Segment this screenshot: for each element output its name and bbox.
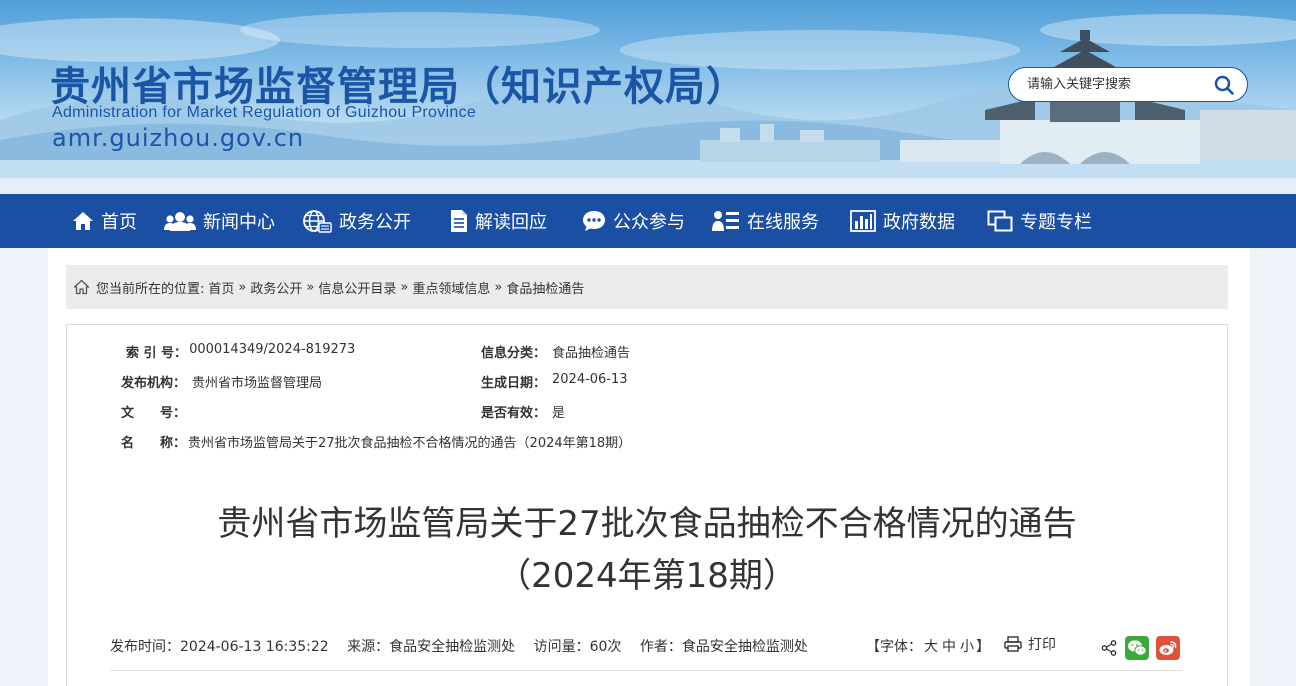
weibo-icon bbox=[1159, 641, 1177, 655]
meta-date-label: 生成日期： bbox=[481, 376, 547, 391]
breadcrumb-link-home[interactable]: 首页 bbox=[208, 278, 234, 297]
meta-category-value: 食品抽检通告 bbox=[552, 346, 631, 361]
main-navigation: 首页 新闻中心 政务公开 解读回应 公众参与 在线服务 政府数据 专题专栏 bbox=[0, 194, 1296, 248]
nav-item-special-topics[interactable]: 专题专栏 bbox=[987, 194, 1092, 248]
info-divider bbox=[110, 670, 1182, 671]
chat-icon bbox=[582, 210, 606, 232]
nav-item-label: 解读回应 bbox=[475, 212, 547, 233]
meta-date-value: 2024-06-13 bbox=[552, 372, 628, 387]
article-source: 来源：食品安全抽检监测处 bbox=[347, 639, 516, 655]
meta-docno: 文 号： bbox=[121, 402, 192, 421]
home-icon bbox=[72, 211, 94, 231]
home-outline-icon bbox=[73, 279, 90, 295]
nav-item-label: 政府数据 bbox=[883, 212, 955, 233]
nav-item-label: 首页 bbox=[101, 212, 137, 233]
meta-valid-value: 是 bbox=[552, 406, 566, 421]
font-small-button[interactable]: 小 bbox=[960, 639, 974, 655]
nav-item-online-services[interactable]: 在线服务 bbox=[712, 194, 819, 248]
meta-publisher-value: 贵州省市场监督管理局 bbox=[192, 376, 323, 391]
nav-item-home[interactable]: 首页 bbox=[72, 194, 137, 248]
meta-valid: 是否有效： 是 bbox=[481, 402, 565, 421]
meta-name-value: 贵州省市场监管局关于27批次食品抽检不合格情况的通告（2024年第18期） bbox=[188, 436, 632, 451]
search-button[interactable] bbox=[1207, 68, 1241, 101]
breadcrumb-separator: » bbox=[494, 279, 503, 295]
globe-icon bbox=[302, 209, 332, 233]
printer-icon bbox=[1004, 636, 1022, 652]
nav-item-news[interactable]: 新闻中心 bbox=[164, 194, 275, 248]
document-icon bbox=[450, 209, 468, 233]
nav-item-label: 公众参与 bbox=[613, 212, 685, 233]
breadcrumb-link-government-affairs[interactable]: 政务公开 bbox=[250, 278, 302, 297]
article-title: 贵州省市场监管局关于27批次食品抽检不合格情况的通告 （2024年第18期） bbox=[66, 498, 1228, 602]
nav-item-label: 新闻中心 bbox=[203, 212, 275, 233]
search-icon bbox=[1214, 75, 1234, 95]
nav-item-label: 专题专栏 bbox=[1020, 212, 1092, 233]
share-button[interactable] bbox=[1100, 636, 1118, 660]
share-icon bbox=[1101, 640, 1117, 656]
wechat-icon bbox=[1128, 640, 1147, 656]
article-author: 作者：食品安全抽检监测处 bbox=[639, 639, 808, 655]
font-size-control: 【字体：大中小】 bbox=[866, 636, 990, 656]
breadcrumb-separator: » bbox=[400, 279, 409, 295]
meta-name: 名 称： 贵州省市场监管局关于27批次食品抽检不合格情况的通告（2024年第18… bbox=[121, 432, 631, 451]
list-icon bbox=[712, 210, 740, 232]
meta-index-label: 索 引 号： bbox=[126, 346, 188, 361]
people-icon bbox=[164, 211, 196, 231]
breadcrumb-prefix: 您当前所在的位置: bbox=[96, 281, 205, 297]
nav-item-label: 政务公开 bbox=[339, 212, 411, 233]
breadcrumb: 您当前所在的位置: 首页 » 政务公开 » 信息公开目录 » 重点领域信息 » … bbox=[66, 265, 1228, 309]
view-count: 访问量：60次 bbox=[533, 639, 622, 655]
share-bar bbox=[1100, 636, 1180, 660]
meta-publisher: 发布机构： 贵州省市场监督管理局 bbox=[121, 372, 322, 391]
search-box bbox=[1008, 67, 1248, 102]
share-wechat-button[interactable] bbox=[1125, 636, 1149, 660]
font-medium-button[interactable]: 中 bbox=[942, 639, 956, 655]
font-control-prefix: 【字体： bbox=[866, 639, 922, 655]
breadcrumb-link-food-inspection[interactable]: 食品抽检通告 bbox=[506, 278, 584, 297]
meta-docno-label: 文 号： bbox=[121, 406, 187, 421]
site-url: amr.guizhou.gov.cn bbox=[52, 124, 305, 152]
breadcrumb-separator: » bbox=[238, 279, 247, 295]
nav-item-government-data[interactable]: 政府数据 bbox=[850, 194, 955, 248]
print-label: 打印 bbox=[1028, 637, 1056, 653]
meta-publisher-label: 发布机构： bbox=[121, 376, 187, 391]
meta-index: 索 引 号： 000014349/2024-819273 bbox=[126, 342, 355, 361]
share-weibo-button[interactable] bbox=[1156, 636, 1180, 660]
meta-category: 信息分类： 食品抽检通告 bbox=[481, 342, 630, 361]
meta-valid-label: 是否有效： bbox=[481, 406, 547, 421]
nav-item-public-participation[interactable]: 公众参与 bbox=[582, 194, 685, 248]
header-banner: 贵州省市场监督管理局（知识产权局） Administration for Mar… bbox=[0, 0, 1296, 194]
windows-icon bbox=[987, 210, 1013, 232]
breadcrumb-link-key-areas[interactable]: 重点领域信息 bbox=[412, 278, 490, 297]
breadcrumb-separator: » bbox=[306, 279, 315, 295]
bar-chart-icon bbox=[850, 210, 876, 232]
search-input[interactable] bbox=[1027, 77, 1207, 92]
meta-index-value: 000014349/2024-819273 bbox=[189, 342, 356, 357]
print-button[interactable]: 打印 bbox=[1004, 634, 1056, 654]
site-subtitle-english: Administration for Market Regulation of … bbox=[52, 104, 477, 121]
article-title-line-2: （2024年第18期） bbox=[497, 556, 797, 596]
nav-item-interpretation[interactable]: 解读回应 bbox=[450, 194, 547, 248]
meta-date: 生成日期： 2024-06-13 bbox=[481, 372, 628, 391]
breadcrumb-link-info-catalog[interactable]: 信息公开目录 bbox=[318, 278, 396, 297]
font-control-suffix: 】 bbox=[976, 639, 990, 655]
meta-category-label: 信息分类： bbox=[481, 346, 547, 361]
article-title-line-1: 贵州省市场监管局关于27批次食品抽检不合格情况的通告 bbox=[217, 504, 1077, 544]
nav-item-label: 在线服务 bbox=[747, 212, 819, 233]
font-large-button[interactable]: 大 bbox=[924, 639, 938, 655]
article-info-bar: 发布时间：2024-06-13 16:35:22 来源：食品安全抽检监测处 访问… bbox=[110, 636, 822, 656]
publish-time: 发布时间：2024-06-13 16:35:22 bbox=[110, 639, 329, 655]
nav-item-government-affairs[interactable]: 政务公开 bbox=[302, 194, 411, 248]
meta-name-label: 名 称： bbox=[121, 436, 187, 451]
